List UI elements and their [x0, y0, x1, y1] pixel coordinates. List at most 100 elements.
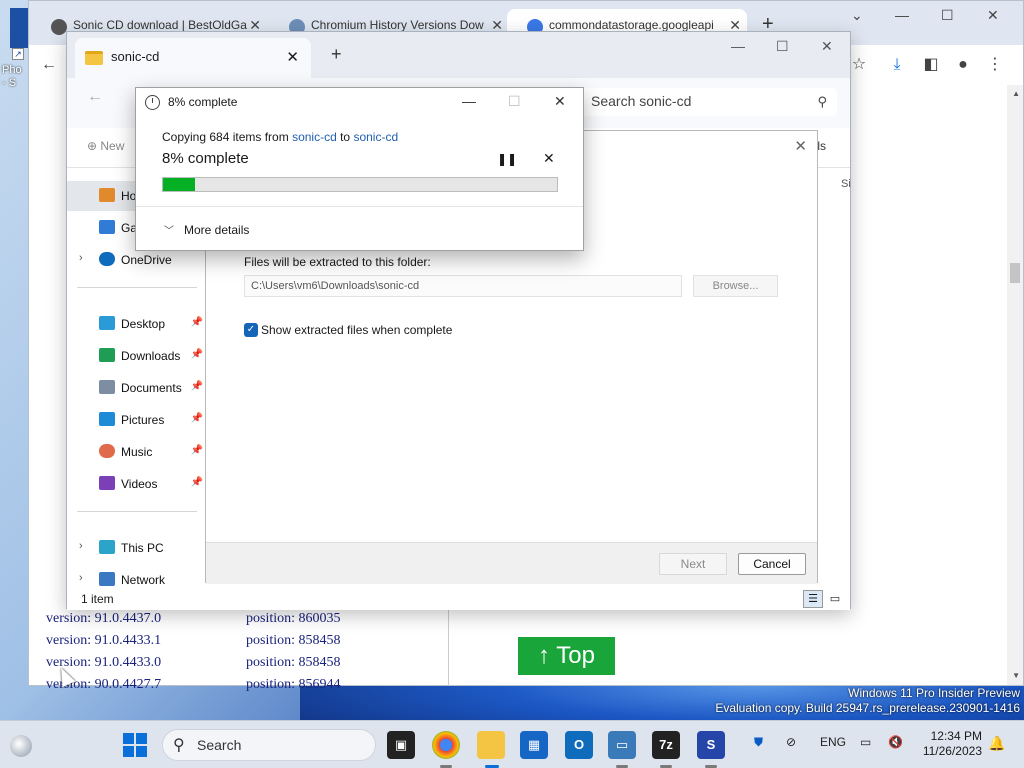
notification-bell-icon[interactable]: 🔔 [988, 735, 1005, 752]
back-arrow-icon[interactable]: ← [39, 55, 59, 75]
page-scrollbar[interactable]: ▲ ▼ [1007, 85, 1023, 685]
search-placeholder: Search sonic-cd [591, 93, 692, 109]
taskbar-search[interactable]: ⚲ Search [162, 729, 376, 761]
minimize-button[interactable]: — [731, 38, 745, 54]
copy-description: Copying 684 items from sonic-cd to sonic… [162, 130, 398, 144]
desktop-shortcut[interactable]: ↗ Pho - S [0, 6, 28, 90]
language-indicator[interactable]: ENG [820, 735, 846, 749]
chevron-right-icon[interactable]: › [79, 540, 83, 552]
shortcut-image-icon [10, 8, 28, 48]
profile-avatar-icon[interactable]: ● [953, 55, 973, 75]
progress-fill [163, 178, 195, 191]
more-details-toggle[interactable]: ﹀ More details [164, 222, 249, 237]
sidebar-item-label: Music [121, 445, 153, 459]
tab-title: Chromium History Versions Dow [311, 18, 484, 32]
sidebar-item-label: Network [121, 573, 166, 587]
download-icon[interactable]: ⤓ [887, 55, 907, 75]
chevron-down-icon[interactable]: ⌄ [851, 7, 863, 24]
sonic-cd-icon[interactable]: S [697, 731, 725, 759]
details-view-icon[interactable]: ☰ [803, 590, 823, 608]
position-text: position: 856944 [246, 677, 341, 692]
show-files-checkbox[interactable]: ✓ [244, 323, 258, 337]
windows-watermark: Windows 11 Pro Insider Preview Evaluatio… [715, 686, 1020, 716]
tiles-view-icon[interactable]: ▭ [825, 590, 845, 608]
sidebar-item-this-pc[interactable]: › This PC [67, 533, 207, 563]
chevron-right-icon[interactable]: › [79, 572, 83, 584]
sidebar-item-music[interactable]: Music 📌 [67, 437, 207, 467]
home-icon [99, 188, 115, 202]
new-explorer-tab-button[interactable]: + [331, 44, 342, 65]
destination-folder-link[interactable]: sonic-cd [353, 130, 398, 144]
sidebar-item-documents[interactable]: Documents 📌 [67, 373, 207, 403]
close-icon[interactable]: ✕ [794, 137, 807, 155]
sidebar-item-label: Desktop [121, 317, 166, 331]
position-text: position: 858458 [246, 633, 341, 648]
sidebar-item-videos[interactable]: Videos 📌 [67, 469, 207, 499]
close-dialog-button[interactable]: ✕ [554, 93, 566, 110]
file-explorer-icon[interactable] [477, 731, 505, 759]
page-divider [448, 608, 449, 686]
star-icon[interactable]: ☆ [849, 55, 869, 75]
close-tab-icon[interactable]: ✕ [286, 48, 299, 66]
videos-icon [99, 476, 115, 490]
display-icon[interactable]: ▭ [860, 735, 871, 749]
cancel-copy-button[interactable]: ✕ [543, 150, 555, 167]
scroll-down-icon[interactable]: ▼ [1012, 671, 1020, 680]
version-row: version: 91.0.4433.0 position: 858458 [46, 652, 406, 674]
seven-zip-icon[interactable]: 7z [652, 731, 680, 759]
close-window-button[interactable]: ✕ [821, 38, 833, 55]
minimize-button[interactable]: — [895, 7, 909, 23]
wizard-footer: Next Cancel [206, 542, 817, 584]
new-button[interactable]: ⊕ New [87, 139, 124, 153]
new-label: New [100, 139, 125, 153]
browse-button[interactable]: Browse... [693, 275, 778, 297]
destination-path-field[interactable]: C:\Users\vm6\Downloads\sonic-cd [244, 275, 682, 297]
details-button[interactable]: ls [817, 139, 826, 153]
sidebar-item-desktop[interactable]: Desktop 📌 [67, 309, 207, 339]
size-column-header[interactable]: Si [841, 178, 851, 190]
show-files-label[interactable]: Show extracted files when complete [261, 323, 452, 337]
pause-button[interactable]: ❚❚ [497, 152, 517, 166]
back-to-top-button[interactable]: ↑ Top [518, 637, 615, 675]
side-panel-icon[interactable]: ◧ [921, 55, 941, 75]
copy-middle: to [336, 130, 354, 144]
start-button[interactable] [123, 733, 147, 757]
copy-progress-dialog: 8% complete — ☐ ✕ Copying 684 items from… [135, 87, 584, 251]
store-icon[interactable]: ▦ [520, 731, 548, 759]
weather-widget-icon[interactable] [10, 735, 32, 757]
shortcut-label: Pho - S [2, 64, 22, 89]
menu-kebab-icon[interactable]: ⋮ [985, 55, 1005, 75]
maximize-button[interactable]: ☐ [941, 7, 954, 24]
close-window-button[interactable]: ✕ [987, 7, 999, 24]
outlook-icon[interactable]: O [565, 731, 593, 759]
downloads-icon [99, 348, 115, 362]
sidebar-item-downloads[interactable]: Downloads 📌 [67, 341, 207, 371]
version-text: version: 91.0.4433.0 [46, 655, 162, 670]
explorer-tab[interactable]: sonic-cd ✕ [75, 38, 311, 78]
remote-desktop-icon[interactable]: ▭ [608, 731, 636, 759]
next-button[interactable]: Next [659, 553, 727, 575]
version-row: version: 91.0.4433.1 position: 858458 [46, 630, 406, 652]
minimize-button[interactable]: — [462, 93, 476, 109]
scroll-up-icon[interactable]: ▲ [1012, 89, 1020, 98]
chevron-down-icon: ﹀ [164, 226, 174, 237]
pin-icon: 📌 [190, 317, 203, 328]
explorer-search-box[interactable]: Search sonic-cd ⚲ [581, 88, 837, 116]
security-icon[interactable]: ⛊ [754, 735, 763, 750]
volume-muted-icon[interactable]: 🔇 [888, 735, 903, 749]
watermark-edition: Windows 11 Pro Insider Preview [848, 686, 1020, 700]
chrome-icon[interactable] [432, 731, 460, 759]
cancel-button[interactable]: Cancel [738, 553, 806, 575]
folder-zip-icon [85, 51, 103, 65]
source-folder-link[interactable]: sonic-cd [292, 130, 337, 144]
chevron-right-icon[interactable]: › [79, 252, 83, 264]
system-clock[interactable]: 12:34 PM 11/26/2023 [914, 729, 982, 759]
back-arrow-icon[interactable]: ← [87, 88, 103, 106]
explorer-titlebar: sonic-cd ✕ + — ☐ ✕ [67, 32, 850, 78]
maximize-button[interactable]: ☐ [776, 38, 789, 55]
sidebar-item-pictures[interactable]: Pictures 📌 [67, 405, 207, 435]
task-view-icon[interactable]: ▣ [387, 731, 415, 759]
network-off-icon[interactable]: ⊘ [786, 735, 796, 749]
sidebar-item-label: Downloads [121, 349, 181, 363]
scroll-thumb[interactable] [1010, 263, 1020, 283]
